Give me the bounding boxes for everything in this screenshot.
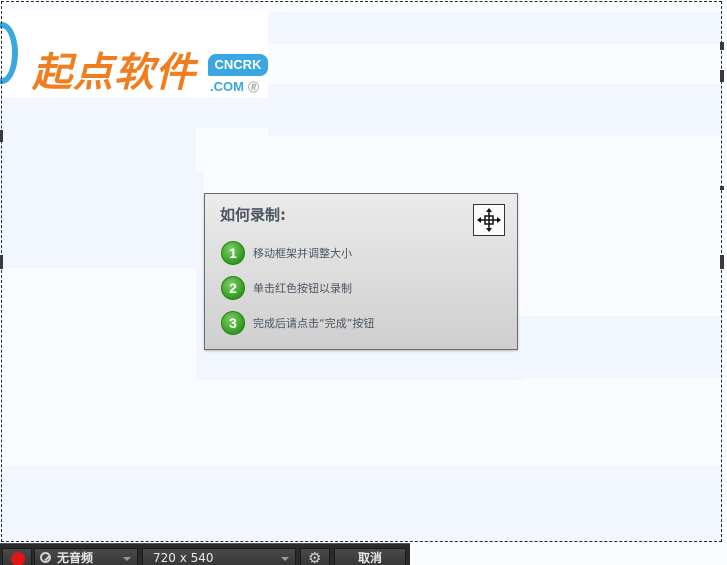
- settings-button[interactable]: ⚙: [300, 548, 330, 565]
- instruction-step: 3 完成后请点击“完成”按钮: [221, 310, 374, 336]
- move-arrows-icon: [477, 208, 501, 232]
- panel-title: 如何录制:: [220, 206, 286, 224]
- step-text: 移动框架并调整大小: [253, 247, 352, 260]
- resize-handle-left-upper[interactable]: [0, 130, 3, 142]
- gear-icon: ⚙: [308, 549, 322, 565]
- cancel-button[interactable]: 取消: [334, 548, 406, 565]
- audio-source-dropdown[interactable]: 无音频: [34, 548, 138, 565]
- step-number-badge: 1: [221, 241, 245, 265]
- frame-size-label: 720 x 540: [153, 551, 214, 565]
- move-frame-button[interactable]: [473, 204, 505, 236]
- screen-recorder-overlay: 起点软件 CNCRK .COM 🄬 如何录制: 1 移动框架并调整大小 2 单击…: [0, 0, 727, 565]
- resize-handle-left-mid[interactable]: [0, 255, 3, 269]
- recorder-toolbar: 无音频 720 x 540 ⚙ 取消: [0, 543, 410, 565]
- instruction-step: 2 单击红色按钮以录制: [221, 275, 352, 301]
- resize-handle-right-lower[interactable]: [720, 186, 724, 190]
- resize-handle-right-mid[interactable]: [720, 255, 724, 269]
- step-text: 完成后请点击“完成”按钮: [253, 317, 375, 330]
- no-audio-icon: [40, 552, 51, 563]
- record-button[interactable]: [2, 548, 32, 565]
- record-dot-icon: [11, 552, 25, 565]
- step-number-badge: 3: [221, 311, 245, 335]
- chevron-down-icon: [281, 557, 289, 561]
- chevron-down-icon: [123, 557, 131, 561]
- audio-source-label: 无音频: [57, 551, 94, 565]
- step-text: 单击红色按钮以录制: [253, 282, 352, 295]
- recording-instructions-panel: 如何录制: 1 移动框架并调整大小 2 单击红色按钮以录制 3 完成后请点击“完…: [204, 193, 518, 350]
- frame-size-dropdown[interactable]: 720 x 540: [142, 548, 296, 565]
- step-number-badge: 2: [221, 276, 245, 300]
- resize-handle-right-upper[interactable]: [720, 70, 724, 82]
- resize-handle-top-right[interactable]: [720, 42, 724, 50]
- instruction-step: 1 移动框架并调整大小: [221, 240, 352, 266]
